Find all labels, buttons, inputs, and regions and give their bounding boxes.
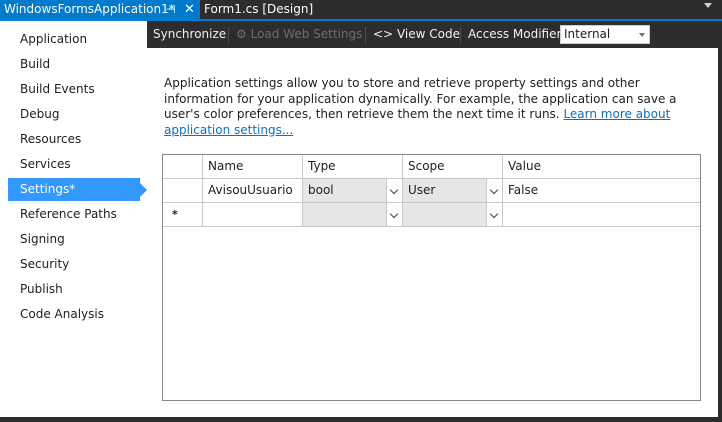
sidebar-item-debug[interactable]: Debug (8, 103, 140, 126)
sidebar-item-publish[interactable]: Publish (8, 278, 140, 301)
settings-toolbar: Synchronize ⚙ Load Web Settings <> View … (147, 21, 718, 48)
sidebar-item-signing[interactable]: Signing (8, 228, 140, 251)
type-value: bool (308, 183, 334, 197)
column-header-row-selector (163, 155, 203, 178)
toolbar-separator (460, 27, 461, 43)
bottom-border (0, 417, 722, 422)
pin-icon[interactable]: ⊣ (166, 0, 176, 19)
sidebar-item-application[interactable]: Application (8, 28, 140, 51)
name-cell[interactable]: AvisouUsuario (203, 179, 303, 202)
sidebar-item-security[interactable]: Security (8, 253, 140, 276)
scope-value: User (408, 183, 436, 197)
load-web-settings-button[interactable]: ⚙ Load Web Settings (236, 21, 362, 48)
tab-form1-design[interactable]: Form1.cs [Design] (204, 0, 313, 19)
grid-header-row: Name Type Scope Value (163, 155, 700, 179)
sidebar-item-settings[interactable]: Settings* (8, 178, 147, 201)
scope-combo[interactable]: User (403, 179, 503, 202)
name-cell[interactable] (203, 203, 303, 226)
settings-grid: Name Type Scope Value AvisouUsuario bool… (162, 154, 701, 401)
sidebar-item-resources[interactable]: Resources (8, 128, 140, 151)
sidebar-item-build[interactable]: Build (8, 53, 140, 76)
close-icon[interactable]: ✕ (184, 0, 195, 19)
tab-title: Form1.cs [Design] (204, 2, 314, 16)
chevron-down-icon[interactable] (486, 203, 502, 226)
type-combo[interactable] (303, 203, 403, 226)
view-code-button[interactable]: <> View Code (373, 21, 460, 48)
view-code-label: View Code (396, 27, 460, 41)
toolbar-separator (228, 27, 229, 43)
scope-combo[interactable] (403, 203, 503, 226)
sidebar-item-services[interactable]: Services (8, 153, 140, 176)
chevron-down-icon[interactable] (386, 179, 402, 202)
table-row[interactable]: AvisouUsuario bool User False (163, 179, 700, 203)
gear-icon: ⚙ (236, 27, 247, 41)
new-setting-row[interactable]: * (163, 203, 700, 227)
access-modifier-dropdown[interactable]: Internal (560, 25, 650, 44)
sidebar-item-reference-paths[interactable]: Reference Paths (8, 203, 140, 226)
tab-project-properties[interactable]: WindowsFormsApplication1* ⊣ ✕ (0, 0, 200, 19)
row-selector[interactable] (163, 179, 203, 202)
new-row-marker[interactable]: * (163, 203, 203, 226)
sidebar: Application Build Build Events Debug Res… (0, 21, 147, 417)
settings-page: Application settings allow you to store … (147, 48, 718, 417)
column-header-name[interactable]: Name (203, 155, 303, 178)
code-brackets-icon: <> (373, 27, 394, 41)
settings-description: Application settings allow you to store … (164, 76, 709, 138)
synchronize-button[interactable]: Synchronize (153, 21, 226, 48)
column-header-value[interactable]: Value (503, 155, 700, 178)
type-combo[interactable]: bool (303, 179, 403, 202)
tab-overflow-chevron-down-icon[interactable] (704, 3, 712, 8)
sidebar-item-build-events[interactable]: Build Events (8, 78, 140, 101)
chevron-down-icon[interactable] (386, 203, 402, 226)
sidebar-item-code-analysis[interactable]: Code Analysis (8, 303, 140, 326)
value-cell[interactable]: False (503, 179, 700, 202)
chevron-down-icon (639, 33, 645, 37)
access-modifier-label: Access Modifier: (468, 27, 566, 41)
access-modifier-value: Internal (564, 27, 611, 41)
load-web-settings-label: Load Web Settings (250, 27, 363, 41)
document-tab-bar: WindowsFormsApplication1* ⊣ ✕ Form1.cs [… (0, 0, 722, 21)
value-cell[interactable] (503, 203, 700, 226)
toolbar-separator (365, 27, 366, 43)
tab-title: WindowsFormsApplication1* (4, 2, 175, 16)
chevron-down-icon[interactable] (486, 179, 502, 202)
column-header-type[interactable]: Type (303, 155, 403, 178)
column-header-scope[interactable]: Scope (403, 155, 503, 178)
